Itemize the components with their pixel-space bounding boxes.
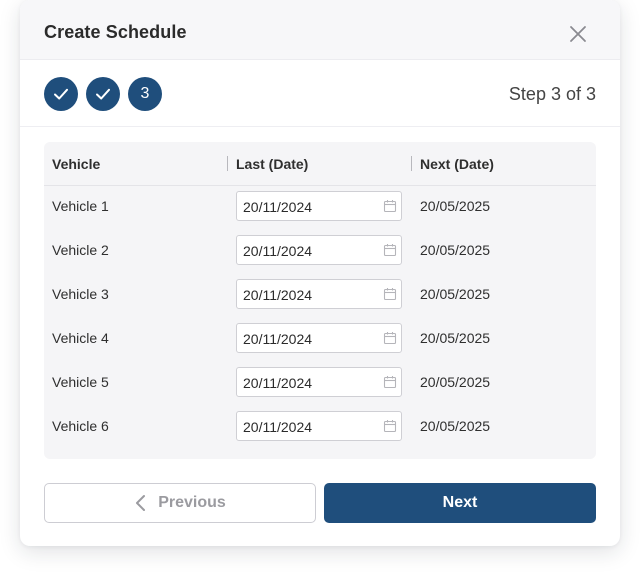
column-divider — [227, 156, 228, 171]
table-row: Vehicle 6 20/11/2024 20/05/2025 — [44, 405, 596, 449]
previous-button[interactable]: Previous — [44, 483, 316, 523]
next-date-value: 20/05/2025 — [420, 286, 491, 302]
chevron-left-icon — [136, 495, 146, 511]
step-1-completed — [44, 77, 78, 111]
close-icon — [570, 26, 586, 42]
previous-button-label: Previous — [158, 494, 226, 511]
calendar-icon-button[interactable] — [383, 331, 397, 345]
next-button[interactable]: Next — [324, 483, 596, 523]
last-date-value: 20/11/2024 — [243, 331, 313, 347]
table-row: Vehicle 3 20/11/2024 20/05/2025 — [44, 273, 596, 317]
calendar-icon — [383, 420, 397, 433]
dialog-title: Create Schedule — [44, 22, 187, 42]
next-date-value: 20/05/2025 — [420, 418, 491, 434]
next-date-value: 20/05/2025 — [420, 198, 491, 214]
check-icon — [96, 88, 110, 100]
calendar-icon — [383, 376, 397, 389]
table-row: Vehicle 4 20/11/2024 20/05/2025 — [44, 317, 596, 361]
last-date-value: 20/11/2024 — [243, 243, 313, 259]
vehicle-name: Vehicle 5 — [52, 374, 109, 390]
column-header-last-date: Last (Date) — [236, 156, 309, 172]
step-2-completed — [86, 77, 120, 111]
step-counter: Step 3 of 3 — [508, 84, 596, 104]
close-button[interactable] — [567, 23, 589, 45]
calendar-icon — [383, 200, 397, 213]
next-date-value: 20/05/2025 — [420, 330, 491, 346]
last-date-input[interactable]: 20/11/2024 — [236, 279, 402, 309]
dialog-header: Create Schedule — [20, 0, 620, 60]
next-date-value: 20/05/2025 — [420, 374, 491, 390]
vehicle-name: Vehicle 1 — [52, 198, 109, 214]
last-date-value: 20/11/2024 — [243, 419, 313, 435]
stepper: 3 Step 3 of 3 — [20, 60, 620, 127]
calendar-icon — [383, 288, 397, 301]
last-date-value: 20/11/2024 — [243, 375, 313, 391]
next-date-value: 20/05/2025 — [420, 242, 491, 258]
vehicle-name: Vehicle 4 — [52, 330, 109, 346]
column-divider — [411, 156, 412, 171]
vehicle-name: Vehicle 3 — [52, 286, 109, 302]
last-date-input[interactable]: 20/11/2024 — [236, 191, 402, 221]
table-row: Vehicle 5 20/11/2024 20/05/2025 — [44, 361, 596, 405]
calendar-icon — [383, 332, 397, 345]
calendar-icon-button[interactable] — [383, 375, 397, 389]
table-row: Vehicle 1 20/11/2024 20/05/2025 — [44, 185, 596, 229]
vehicle-name: Vehicle 6 — [52, 418, 109, 434]
last-date-input[interactable]: 20/11/2024 — [236, 367, 402, 397]
last-date-input[interactable]: 20/11/2024 — [236, 411, 402, 441]
column-header-next-date: Next (Date) — [420, 156, 494, 172]
column-header-vehicle: Vehicle — [52, 156, 101, 172]
create-schedule-dialog: Create Schedule 3 Step 3 of 3 Vehicle La… — [20, 0, 620, 546]
calendar-icon — [383, 244, 397, 257]
calendar-icon-button[interactable] — [383, 419, 397, 433]
table-header: Vehicle Last (Date) Next (Date) — [44, 142, 596, 186]
last-date-value: 20/11/2024 — [243, 199, 313, 215]
calendar-icon-button[interactable] — [383, 287, 397, 301]
last-date-value: 20/11/2024 — [243, 287, 313, 303]
calendar-icon-button[interactable] — [383, 199, 397, 213]
table-row: Vehicle 2 20/11/2024 20/05/2025 — [44, 229, 596, 273]
last-date-input[interactable]: 20/11/2024 — [236, 235, 402, 265]
last-date-input[interactable]: 20/11/2024 — [236, 323, 402, 353]
calendar-icon-button[interactable] — [383, 243, 397, 257]
check-icon — [54, 88, 68, 100]
next-button-label: Next — [442, 494, 478, 511]
schedule-table: Vehicle Last (Date) Next (Date) Vehicle … — [44, 142, 596, 459]
step-3-current: 3 — [128, 77, 162, 111]
vehicle-name: Vehicle 2 — [52, 242, 109, 258]
